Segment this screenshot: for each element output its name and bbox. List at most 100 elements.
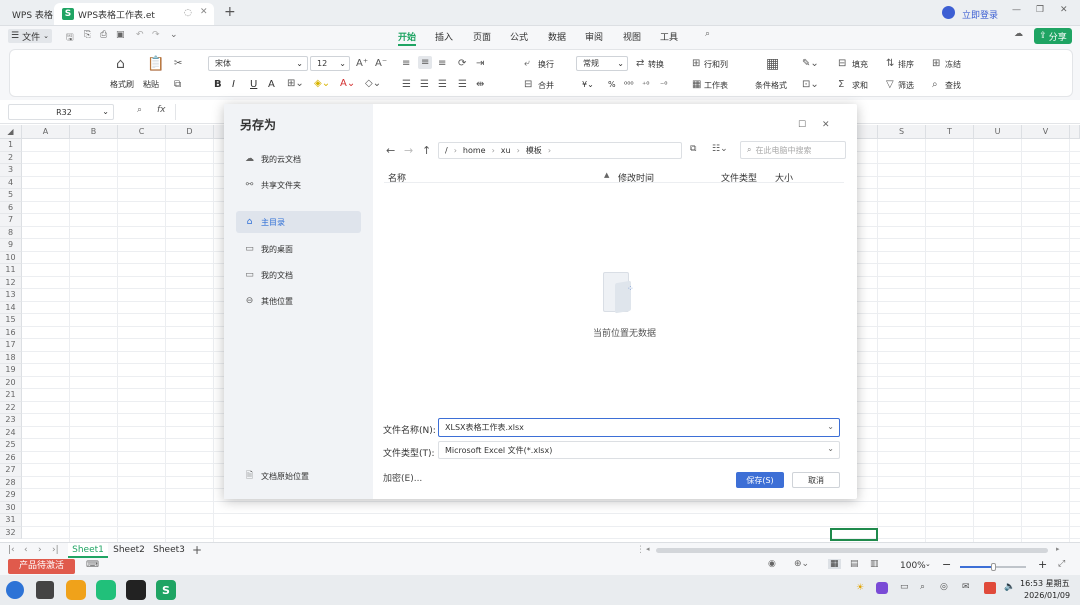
row-header[interactable]: 1 [0,139,22,152]
row-header[interactable]: 20 [0,376,22,389]
row-header[interactable]: 3 [0,164,22,177]
tab-review[interactable]: 审阅 [585,30,603,43]
zoom-icon[interactable]: ⌕ [137,105,142,115]
tab-view[interactable]: 视图 [623,30,641,43]
clock-time[interactable]: 16:53 星期五 [1020,578,1070,589]
sheet-tab-2[interactable]: Sheet2 [110,543,148,558]
first-sheet-icon[interactable]: |‹ [8,545,15,555]
merge-icon[interactable]: ⊟ [524,79,532,90]
convert-icon[interactable]: ⇄ [636,58,644,69]
select-all-corner[interactable]: ◢ [0,125,22,139]
row-header[interactable]: 7 [0,214,22,227]
prev-sheet-icon[interactable]: ‹ [24,545,28,555]
thousands-icon[interactable]: ⁰⁰⁰ [624,80,634,89]
filter-icon[interactable]: ▽ [886,79,894,90]
row-header[interactable]: 27 [0,464,22,477]
row-header[interactable]: 31 [0,514,22,527]
scroll-right-icon[interactable]: ▸ [1056,545,1060,553]
orientation-icon[interactable]: ⟳ [458,58,466,69]
zoom-slider-thumb[interactable] [991,563,996,571]
row-header[interactable]: 8 [0,226,22,239]
search-tray-icon[interactable]: ⌕ [920,582,925,592]
fill-color-icon[interactable]: ◈⌄ [314,78,330,89]
clock-date[interactable]: 2026/01/09 [1024,591,1070,600]
file-manager-icon[interactable] [66,580,86,600]
undo-icon[interactable]: ↶ [136,30,144,40]
cloud-icon[interactable]: ☁ [1014,29,1023,39]
page-layout-icon[interactable]: ▤ [850,559,859,569]
currency-icon[interactable]: ¥⌄ [582,80,594,89]
percent-icon[interactable]: % [608,80,616,89]
sidebar-item-other[interactable]: ⊖ 其他位置 [236,290,361,312]
sum-button[interactable]: 求和 [852,80,868,91]
launcher-icon[interactable] [6,581,24,599]
tab-page[interactable]: 页面 [473,30,491,43]
clear-icon[interactable]: ◇⌄ [365,78,381,89]
split-handle-icon[interactable]: ⋮ [636,545,645,555]
restore-icon[interactable]: ❐ [1036,5,1044,15]
distribute-icon[interactable]: ⇹ [476,79,484,90]
close-dialog-icon[interactable]: ✕ [822,120,830,130]
column-header[interactable]: D [166,125,214,139]
cut-icon[interactable]: ✂ [174,58,182,69]
cell-border-icon[interactable]: ⊡⌄ [802,79,819,90]
encrypt-link[interactable]: 加密(E)... [383,471,422,484]
row-header[interactable]: 19 [0,364,22,377]
column-header[interactable]: T [926,125,974,139]
app-tab[interactable]: WPS 表格 [4,3,61,25]
row-header[interactable]: 24 [0,426,22,439]
filetype-select[interactable]: Microsoft Excel 文件(*.xlsx) ⌄ [438,441,840,459]
font-name-select[interactable]: 宋体 ⌄ [208,56,308,71]
row-col-icon[interactable]: ⊞ [692,58,700,69]
align-center-icon[interactable]: ☰ [420,79,429,90]
sidebar-item-original-location[interactable]: 🗎 文档原始位置 [236,465,361,487]
view-mode-icon[interactable]: ☷⌄ [712,144,728,154]
format-painter-button[interactable]: 格式刷 [110,79,134,90]
page-break-icon[interactable]: ▥ [870,559,879,569]
zoom-out-icon[interactable]: − [942,558,951,571]
row-header[interactable]: 26 [0,451,22,464]
sidebar-item-desktop[interactable]: ▭ 我的桌面 [236,238,361,260]
merge-button[interactable]: 合并 [538,80,554,91]
row-header[interactable]: 22 [0,401,22,414]
row-header[interactable]: 25 [0,439,22,452]
sort-icon[interactable]: ⇅ [886,58,894,69]
font-size-select[interactable]: 12 ⌄ [310,56,350,71]
sheet-tab-1[interactable]: Sheet1 [68,543,108,558]
filename-input[interactable]: XLSX表格工作表.xlsx ⌄ [438,418,840,437]
multitask-icon[interactable] [36,581,54,599]
network-icon[interactable]: ◎ [940,582,948,592]
breadcrumb-home[interactable]: home [463,146,486,155]
row-header[interactable]: 16 [0,326,22,339]
sheet-tab-3[interactable]: Sheet3 [150,543,188,558]
fill-icon[interactable]: ⊟ [838,58,846,69]
row-header[interactable]: 4 [0,176,22,189]
new-folder-icon[interactable]: ⧉ [690,144,696,154]
forward-icon[interactable]: → [404,144,413,157]
chat-app-icon[interactable] [96,580,116,600]
tray-app-icon[interactable] [876,582,888,594]
format-painter-icon[interactable]: ⌂ [116,56,125,72]
decrease-font-icon[interactable]: A⁻ [375,58,387,69]
wrap-text-icon[interactable]: ⤶ [524,58,530,69]
tray-icon[interactable]: ▭ [900,582,909,592]
sidebar-item-documents[interactable]: ▭ 我的文档 [236,264,361,286]
close-window-icon[interactable]: ✕ [1060,5,1068,15]
tab-tools[interactable]: 工具 [660,30,678,43]
redo-icon[interactable]: ↷ [152,30,160,40]
row-header[interactable]: 28 [0,476,22,489]
indent-icon[interactable]: ⇥ [476,58,484,69]
column-header[interactable]: S [878,125,926,139]
column-header[interactable]: B [70,125,118,139]
share-button[interactable]: ⇪ 分享 [1034,28,1072,44]
find-button[interactable]: 查找 [945,80,961,91]
last-sheet-icon[interactable]: ›| [52,545,59,555]
name-box[interactable]: R32 ⌄ [8,104,114,120]
search-icon[interactable]: ⌕ [705,29,710,39]
login-link[interactable]: 立即登录 [962,8,998,21]
row-header[interactable]: 12 [0,276,22,289]
cloud-sync-icon[interactable]: ◌ [184,8,192,18]
new-tab-icon[interactable]: + [224,4,236,20]
chevron-down-icon[interactable]: ⌄ [827,422,834,431]
breadcrumb-templates[interactable]: 模板 [526,145,542,156]
